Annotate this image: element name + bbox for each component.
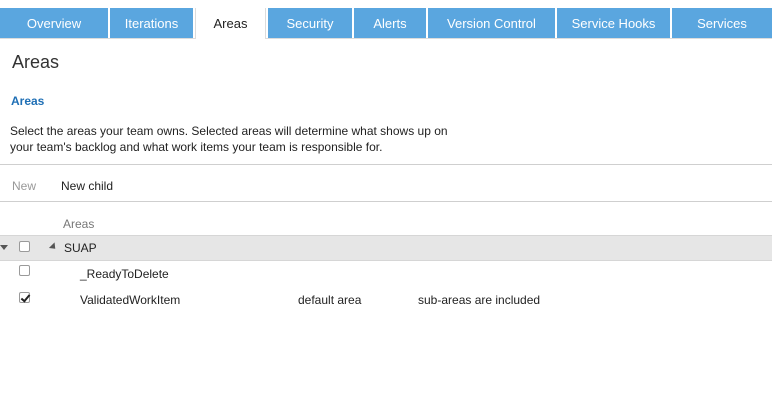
table-row[interactable]: _ReadyToDelete [0, 260, 772, 286]
tab-version-control[interactable]: Version Control [428, 8, 555, 38]
row-checkbox[interactable] [19, 292, 30, 303]
area-name: SUAP [64, 241, 97, 255]
default-area-label: default area [298, 293, 362, 307]
new-child-button[interactable]: New child [61, 179, 113, 193]
tab-iterations[interactable]: Iterations [110, 8, 193, 38]
tab-service-hooks[interactable]: Service Hooks [557, 8, 670, 38]
tab-security[interactable]: Security [268, 8, 352, 38]
subareas-label: sub-areas are included [418, 293, 541, 307]
table-row[interactable]: ValidatedWorkItem default area sub-areas… [0, 287, 772, 313]
section-title: Areas [11, 94, 45, 108]
tab-alerts[interactable]: Alerts [354, 8, 426, 38]
collapse-caret-icon[interactable] [0, 245, 8, 250]
tab-areas[interactable]: Areas [195, 8, 266, 39]
row-checkbox[interactable] [19, 265, 30, 276]
expand-triangle-icon[interactable] [48, 242, 59, 252]
column-header-areas: Areas [63, 217, 95, 231]
area-name: ValidatedWorkItem [80, 293, 181, 307]
tab-bar: Overview Iterations Areas Security Alert… [0, 0, 772, 39]
description-text: Select the areas your team owns. Selecte… [10, 124, 448, 154]
tab-services[interactable]: Services [672, 8, 772, 38]
new-button[interactable]: New [12, 179, 36, 193]
divider [0, 164, 772, 165]
page-title: Areas [12, 52, 60, 72]
row-checkbox[interactable] [19, 241, 30, 252]
area-name: _ReadyToDelete [80, 267, 169, 281]
divider [0, 201, 772, 202]
table-row[interactable]: SUAP [0, 235, 772, 261]
tab-overview[interactable]: Overview [0, 8, 108, 38]
